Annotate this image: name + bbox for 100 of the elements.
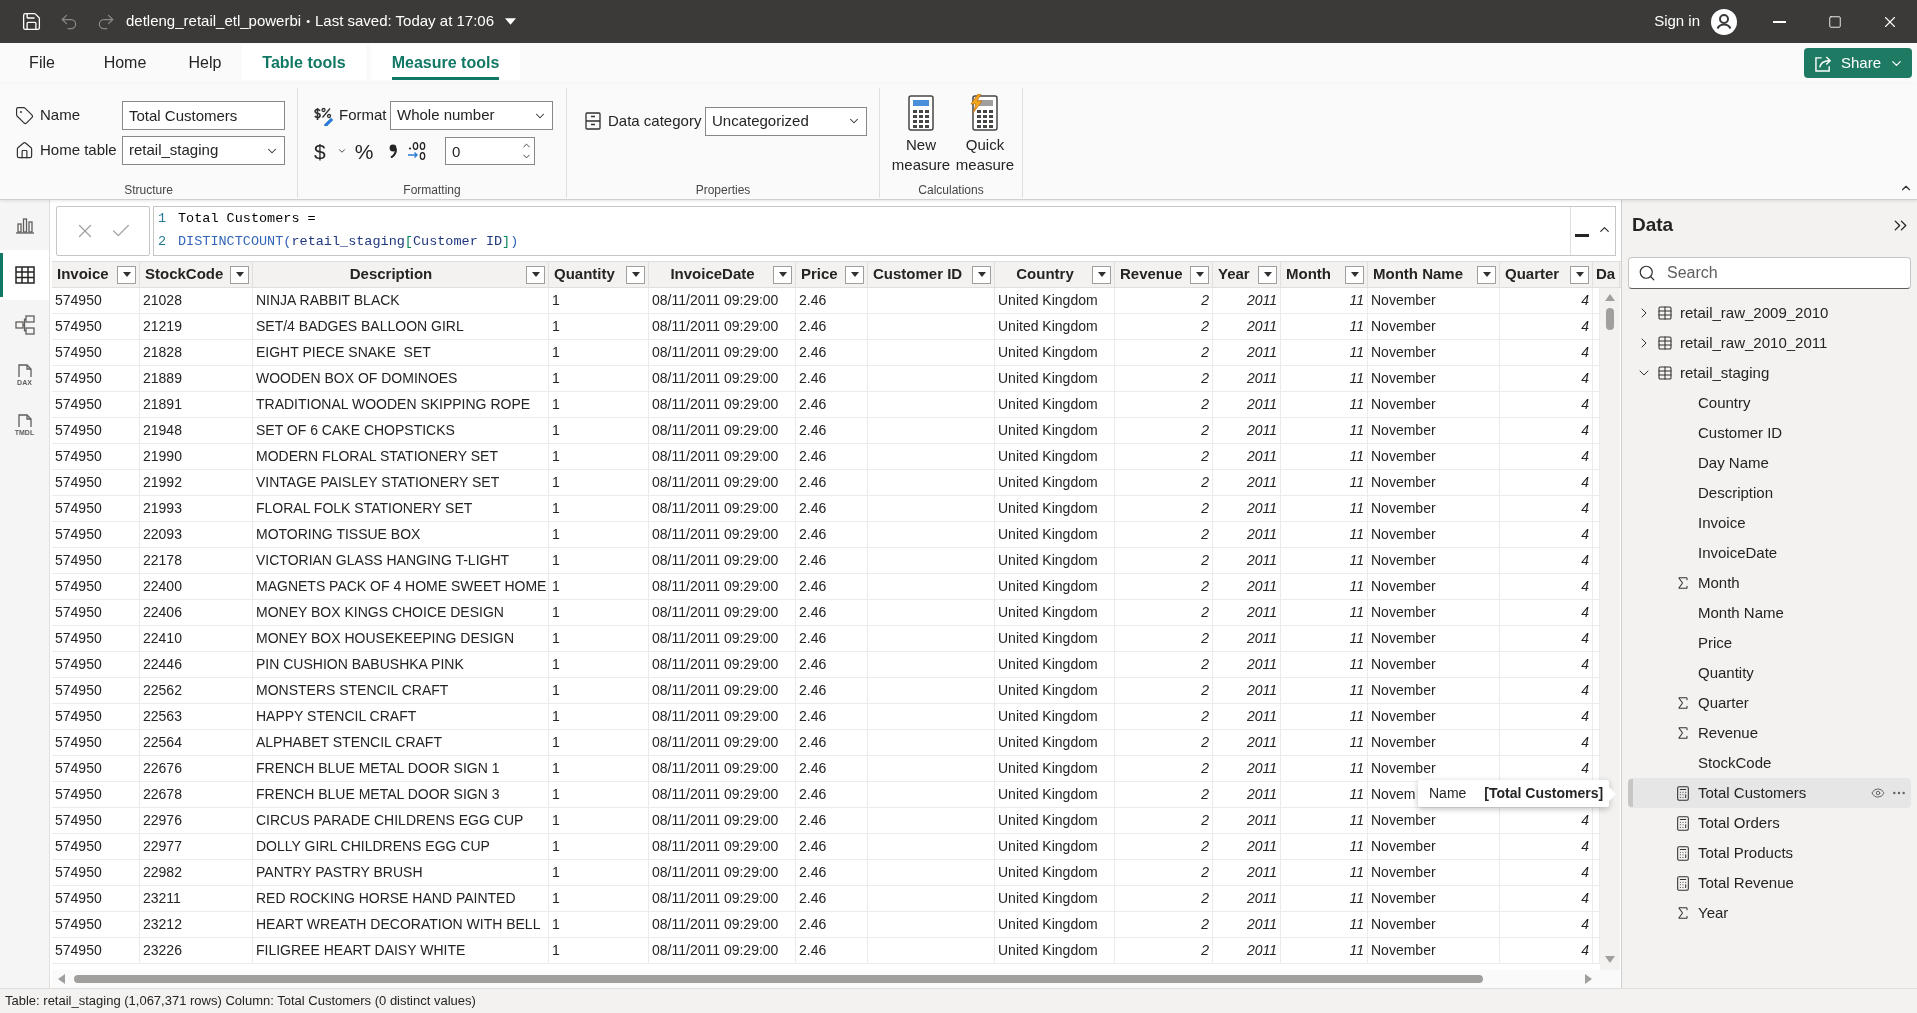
table-cell: November — [1368, 730, 1500, 755]
table-cell: 22976 — [140, 808, 253, 833]
table-cell: United Kingdom — [995, 834, 1115, 859]
table-cell: 23211 — [140, 886, 253, 911]
table-cell: United Kingdom — [995, 574, 1115, 599]
field-tree-item[interactable]: Month — [1628, 568, 1911, 598]
filter-dropdown-button[interactable] — [972, 265, 991, 284]
new-measure-button[interactable]: New measure — [890, 94, 952, 175]
ribbon-tab[interactable]: Home — [78, 44, 172, 80]
caret-down-icon — [778, 272, 787, 277]
table-cell: 22400 — [140, 574, 253, 599]
field-label: Format — [339, 105, 387, 126]
lightning-calculator-icon — [969, 94, 1001, 132]
data-category-select[interactable]: Uncategorized — [705, 106, 867, 136]
currency-format-button[interactable]: $ — [314, 137, 352, 165]
scrollbar-thumb[interactable] — [1606, 308, 1614, 330]
table-cell: 2 — [1115, 886, 1213, 911]
table-cell: MONSTERS STENCIL CRAFT — [253, 678, 549, 703]
table-cell: 4 — [1500, 522, 1593, 547]
filter-dropdown-button[interactable] — [1345, 265, 1364, 284]
field-tree-item[interactable]: Quarter — [1628, 688, 1911, 718]
field-tree-item[interactable]: Quantity — [1628, 658, 1911, 688]
ribbon-tab[interactable]: File — [6, 44, 78, 80]
field-tree-item[interactable]: Total Products — [1628, 838, 1911, 868]
field-tree-item[interactable]: StockCode — [1628, 748, 1911, 778]
field-tree-item[interactable]: Revenue — [1628, 718, 1911, 748]
quick-measure-button[interactable]: Quick measure — [954, 94, 1016, 175]
ribbon-tab[interactable]: Table tools — [242, 44, 366, 80]
table-cell: 2011 — [1213, 704, 1281, 729]
home-table-select[interactable]: retail_staging — [122, 136, 285, 165]
field-tree-item[interactable]: Day Name — [1628, 448, 1911, 478]
table-cell: 2011 — [1213, 496, 1281, 521]
ribbon-tab[interactable]: Help — [172, 44, 238, 80]
table-cell: United Kingdom — [995, 600, 1115, 625]
table-cell: 11 — [1281, 340, 1368, 365]
table-tree-item[interactable]: retail_raw_2009_2010 — [1628, 298, 1911, 328]
share-button[interactable]: Share — [1803, 48, 1912, 78]
table-tree-item[interactable]: retail_staging — [1628, 358, 1911, 388]
format-select[interactable]: Whole number — [390, 101, 553, 130]
filter-dropdown-button[interactable] — [1570, 265, 1589, 284]
field-tree-item[interactable]: Description — [1628, 478, 1911, 508]
table-cell: 21028 — [140, 288, 253, 313]
table-cell: 2.46 — [796, 522, 868, 547]
table-cell: 11 — [1281, 548, 1368, 573]
filter-dropdown-button[interactable] — [845, 265, 864, 284]
table-cell: United Kingdom — [995, 340, 1115, 365]
field-tree-item[interactable]: Month Name — [1628, 598, 1911, 628]
column-header: Da — [1596, 264, 1616, 285]
field-tree-item[interactable]: Customer ID — [1628, 418, 1911, 448]
horizontal-scrollbar[interactable] — [52, 970, 1620, 988]
filter-dropdown-button[interactable] — [1092, 265, 1111, 284]
filter-dropdown-button[interactable] — [230, 265, 249, 284]
table-cell: 08/11/2011 09:29:00 — [649, 600, 796, 625]
table-cell: 22982 — [140, 860, 253, 885]
filter-dropdown-button[interactable] — [117, 265, 136, 284]
caret-down-icon — [1482, 272, 1491, 277]
table-cell: 1 — [549, 366, 649, 391]
table-view-button[interactable] — [0, 250, 49, 300]
sign-in-button[interactable]: Sign in — [1654, 5, 1737, 38]
caret-down-icon — [1263, 272, 1272, 277]
filter-dropdown-button[interactable] — [1190, 265, 1209, 284]
eye-icon[interactable] — [1871, 786, 1885, 800]
table-cell: 574950 — [52, 782, 140, 807]
table-cell: November — [1368, 574, 1500, 599]
status-text: Table: retail_staging (1,067,371 rows) Column: Total Customers (0 distinct values) — [5, 992, 476, 1011]
table-cell: 4 — [1500, 392, 1593, 417]
scrollbar-thumb[interactable] — [74, 975, 1483, 983]
column-header: Quarter — [1505, 264, 1560, 285]
field-tree-item[interactable]: InvoiceDate — [1628, 538, 1911, 568]
table-cell: 574950 — [52, 522, 140, 547]
field-tree-item[interactable]: Year — [1628, 898, 1911, 928]
decimal-places-field[interactable]: 0 — [445, 137, 535, 165]
table-cell: PANTRY PASTRY BRUSH — [253, 860, 549, 885]
table-tree-item[interactable]: retail_raw_2010_2011 — [1628, 328, 1911, 358]
table-cell: 2 — [1115, 522, 1213, 547]
table-cell: 08/11/2011 09:29:00 — [649, 574, 796, 599]
field-tree-item[interactable]: Total Revenue — [1628, 868, 1911, 898]
chevron-down-icon — [336, 146, 347, 156]
table-cell: 2.46 — [796, 288, 868, 313]
table-cell: 1 — [549, 912, 649, 937]
field-tree-item[interactable]: Total Orders — [1628, 808, 1911, 838]
field-label: Home table — [40, 140, 117, 161]
table-cell: 2.46 — [796, 808, 868, 833]
field-tree-item[interactable]: Price — [1628, 628, 1911, 658]
field-tree-item[interactable]: Country — [1628, 388, 1911, 418]
separator-dot: • — [306, 14, 310, 30]
table-cell: 2 — [1115, 470, 1213, 495]
filter-dropdown-button[interactable] — [1258, 265, 1277, 284]
filter-dropdown-button[interactable] — [773, 265, 792, 284]
table-cell: United Kingdom — [995, 548, 1115, 573]
filter-dropdown-button[interactable] — [626, 265, 645, 284]
column-header: Month — [1286, 264, 1331, 285]
filter-dropdown-button[interactable] — [526, 265, 545, 284]
percent-format-button[interactable]: % — [352, 137, 376, 165]
field-tree-item[interactable]: Invoice — [1628, 508, 1911, 538]
search-field[interactable]: Search — [1628, 257, 1911, 289]
table-cell: United Kingdom — [995, 652, 1115, 677]
name-field[interactable]: Total Customers — [122, 101, 285, 130]
filter-dropdown-button[interactable] — [1477, 265, 1496, 284]
ribbon-tab[interactable]: Measure tools — [371, 44, 520, 80]
